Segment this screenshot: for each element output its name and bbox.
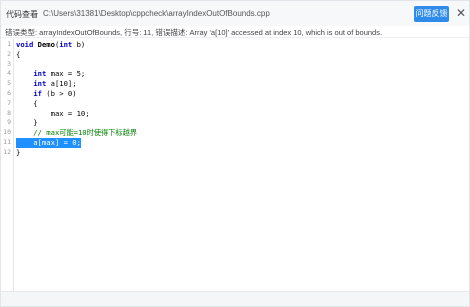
code-line-7[interactable]: 7 {: [1, 99, 469, 109]
window-title: 代码查看: [6, 10, 38, 19]
file-path: C:\Users\31381\Desktop\cppcheck\arrayInd…: [43, 9, 270, 18]
code-text: void Demo(int b): [16, 40, 86, 49]
code-line-10[interactable]: 10 // max可能=10时使得下标越界: [1, 128, 469, 138]
highlighted-error-line: a[max] = 0;: [16, 138, 81, 148]
code-comment: // max可能=10时使得下标越界: [16, 128, 137, 138]
error-banner: 错误类型: arrayIndexOutOfBounds, 行号: 11, 错误描…: [1, 26, 469, 38]
line-number: 4: [7, 69, 11, 78]
code-viewer-window: 代码查看 - C:\Users\31381\Desktop\cppcheck\a…: [0, 0, 470, 307]
issue-feedback-button[interactable]: 问题反馈: [414, 6, 449, 22]
line-number: 5: [7, 79, 11, 88]
code-text: {: [16, 98, 38, 108]
code-text: }: [16, 147, 21, 157]
line-number: 10: [3, 128, 11, 137]
title-bar: 代码查看 - C:\Users\31381\Desktop\cppcheck\a…: [1, 1, 469, 26]
line-number: 7: [7, 98, 11, 107]
code-line-2[interactable]: 2 {: [1, 50, 469, 60]
code-line-1[interactable]: 1 void Demo(int b): [1, 40, 469, 50]
code-text: }: [16, 118, 38, 128]
code-text: max = 10;: [16, 108, 90, 118]
line-number: 6: [7, 89, 11, 97]
line-number: 11: [3, 138, 11, 146]
code-line-12[interactable]: 12 }: [1, 148, 469, 158]
code-editor[interactable]: 1 void Demo(int b) 2 { 3 4 int max = 5; …: [1, 39, 469, 291]
code-line-3[interactable]: 3: [1, 60, 469, 70]
status-bar: [1, 291, 469, 306]
code-line-8[interactable]: 8 max = 10;: [1, 109, 469, 119]
close-icon[interactable]: ✕: [454, 4, 468, 22]
code-line-4[interactable]: 4 int max = 5;: [1, 69, 469, 79]
line-number: 1: [7, 40, 11, 48]
code-text: int a[10];: [33, 79, 77, 89]
code-text: {: [16, 49, 21, 59]
line-number: 3: [7, 59, 11, 68]
code-line-6[interactable]: 6 if (b > 0): [1, 89, 469, 99]
line-number: 9: [7, 118, 11, 127]
line-number: 8: [7, 108, 11, 117]
code-text: if (b > 0): [33, 89, 77, 98]
code-text: int max = 5;: [33, 69, 86, 79]
line-number: 2: [7, 49, 11, 58]
code-line-9[interactable]: 9 }: [1, 118, 469, 128]
code-line-5[interactable]: 5 int a[10];: [1, 79, 469, 89]
title-separator: -: [35, 9, 38, 18]
error-message: 错误类型: arrayIndexOutOfBounds, 行号: 11, 错误描…: [5, 28, 383, 37]
code-line-11[interactable]: 11 a[max] = 0;: [1, 138, 469, 148]
line-number: 12: [3, 147, 11, 156]
